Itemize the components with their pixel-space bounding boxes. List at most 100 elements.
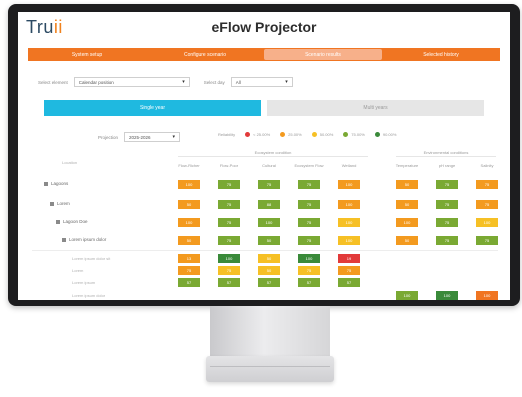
score-cell[interactable]: 75 xyxy=(218,266,240,275)
score-cell[interactable]: 100 xyxy=(396,291,418,300)
score-cell[interactable]: 50 xyxy=(258,236,280,245)
score-cell[interactable]: 100 xyxy=(476,218,498,227)
main-nav: System setup Configure scenario Scenario r… xyxy=(28,48,500,61)
score-cell[interactable]: 100 xyxy=(396,218,418,227)
score-cell[interactable]: 75 xyxy=(258,180,280,189)
score-cell[interactable]: 75 xyxy=(436,236,458,245)
score-cell[interactable]: 57 xyxy=(258,278,280,287)
score-cell[interactable]: 75 xyxy=(218,200,240,209)
score-cell[interactable]: 75 xyxy=(218,218,240,227)
score-cell[interactable]: 75 xyxy=(476,236,498,245)
legend-item: 90.00% xyxy=(374,132,397,137)
score-cell[interactable]: 100 xyxy=(338,200,360,209)
legend-item: 50.00% xyxy=(311,132,334,137)
score-cell[interactable]: 57 xyxy=(178,278,200,287)
score-cell[interactable]: 75 xyxy=(436,200,458,209)
score-cell[interactable]: 75 xyxy=(476,200,498,209)
tree-row-label[interactable]: Lorem xyxy=(50,201,70,206)
group-divider xyxy=(396,156,496,157)
score-cell[interactable]: 50 xyxy=(396,180,418,189)
tab-multi-years[interactable]: Multi years xyxy=(267,100,484,116)
row-label-text: Lagoons xyxy=(51,181,69,186)
column-header[interactable]: Flow-Richer xyxy=(171,163,207,168)
legend-label: 90.00% xyxy=(382,132,397,137)
tree-row-label[interactable]: Lagoons xyxy=(44,181,68,186)
score-cell[interactable]: 100 xyxy=(338,218,360,227)
expand-icon[interactable] xyxy=(44,181,48,186)
score-cell[interactable]: 13 xyxy=(178,254,200,263)
score-cell[interactable]: 75 xyxy=(298,180,320,189)
chevron-down-icon: ▾ xyxy=(182,79,185,85)
top-bar: Truii eFlow Projector xyxy=(18,12,510,42)
score-cell[interactable]: 75 xyxy=(476,180,498,189)
projection-filter: Projection 2025-2026 ▾ xyxy=(98,132,181,142)
row-label-text: Lorem xyxy=(57,201,70,206)
legend-dot-icon xyxy=(280,132,286,137)
score-cell[interactable]: 100 xyxy=(218,254,240,263)
column-header[interactable]: Cultural xyxy=(251,163,287,168)
column-header[interactable]: Flow-Poor xyxy=(211,163,247,168)
filter-label-day: Select day xyxy=(203,79,225,85)
score-cell[interactable]: 100 xyxy=(258,218,280,227)
score-cell[interactable]: 50 xyxy=(178,236,200,245)
legend-dot-icon xyxy=(245,132,251,137)
score-cell[interactable]: 75 xyxy=(436,218,458,227)
expand-icon[interactable] xyxy=(62,237,66,242)
score-cell[interactable]: 100 xyxy=(338,236,360,245)
score-cell[interactable]: 75 xyxy=(218,236,240,245)
score-cell[interactable]: 75 xyxy=(298,266,320,275)
legend-dot-icon xyxy=(311,132,317,137)
score-cell[interactable]: 100 xyxy=(338,180,360,189)
score-cell[interactable]: 50 xyxy=(258,266,280,275)
score-cell[interactable]: 57 xyxy=(338,278,360,287)
column-header[interactable]: Salinity xyxy=(469,163,505,168)
score-cell[interactable]: 100 xyxy=(178,180,200,189)
tree-row-label[interactable]: Lagoon Doe xyxy=(56,219,88,224)
monitor-stand-base xyxy=(206,356,334,382)
legend-title: Reliability xyxy=(218,132,236,137)
legend-label: 25.00% xyxy=(288,132,302,137)
projection-select[interactable]: 2025-2026 ▾ xyxy=(124,132,181,142)
group-header-environment: Environmental conditions xyxy=(423,150,469,155)
day-select[interactable]: All ▾ xyxy=(230,77,293,87)
legend-label: 50.00% xyxy=(319,132,334,137)
score-cell[interactable]: 75 xyxy=(218,180,240,189)
score-cell[interactable]: 100 xyxy=(298,254,320,263)
score-cell[interactable]: 100 xyxy=(476,291,498,300)
score-cell[interactable]: 75 xyxy=(298,218,320,227)
sub-row-label: Lorem ipsum dolor sit xyxy=(72,256,111,261)
score-cell[interactable]: 19 xyxy=(338,254,360,263)
tree-row-label[interactable]: Lorem ipsum dolor xyxy=(62,237,106,242)
row-label-text: Lorem ipsum dolor xyxy=(69,237,107,242)
score-cell[interactable]: 100 xyxy=(436,291,458,300)
element-select[interactable]: Calendar position ▾ xyxy=(73,77,190,87)
column-header[interactable]: Wetland xyxy=(331,163,367,168)
score-cell[interactable]: 75 xyxy=(436,180,458,189)
score-cell[interactable]: 75 xyxy=(338,266,360,275)
nav-item-2[interactable]: Scenario results xyxy=(264,49,382,60)
score-cell[interactable]: 50 xyxy=(396,200,418,209)
nav-item-3[interactable]: Selected history xyxy=(382,48,500,61)
expand-icon[interactable] xyxy=(50,201,54,206)
tab-single-year[interactable]: Single year xyxy=(44,100,261,116)
score-cell[interactable]: 50 xyxy=(396,236,418,245)
column-header[interactable]: Temperature xyxy=(389,163,425,168)
column-header[interactable]: pH range xyxy=(429,163,465,168)
score-cell[interactable]: 88 xyxy=(258,200,280,209)
score-cell[interactable]: 50 xyxy=(258,254,280,263)
score-cell[interactable]: 57 xyxy=(298,278,320,287)
score-cell[interactable]: 75 xyxy=(178,266,200,275)
column-header[interactable]: Ecosystem Flow xyxy=(291,163,327,168)
score-cell[interactable]: 57 xyxy=(218,278,240,287)
score-cell[interactable]: 75 xyxy=(298,236,320,245)
score-cell[interactable]: 50 xyxy=(178,200,200,209)
group-header-ecosystem: Ecosystem condition xyxy=(254,150,292,155)
filter-label-element: Select element xyxy=(38,79,68,85)
row-label-text: Lagoon Doe xyxy=(63,219,88,224)
nav-item-0[interactable]: System setup xyxy=(28,48,146,61)
score-cell[interactable]: 75 xyxy=(298,200,320,209)
legend-item: < 25.00% xyxy=(245,132,270,137)
nav-item-1[interactable]: Configure scenario xyxy=(146,48,264,61)
score-cell[interactable]: 100 xyxy=(178,218,200,227)
expand-icon[interactable] xyxy=(56,219,60,224)
